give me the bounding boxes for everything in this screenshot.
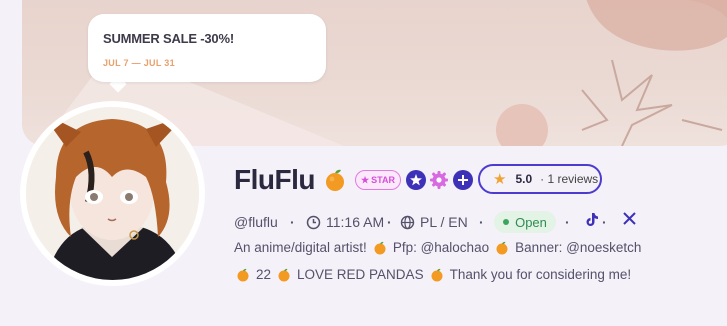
star-badge-icon: ★ xyxy=(361,174,370,185)
profile-name-row: FluFlu xyxy=(234,163,347,197)
local-time: 11:16 AM xyxy=(306,212,384,232)
profile-name: FluFlu xyxy=(234,164,315,195)
x-link[interactable] xyxy=(623,212,636,225)
rating-star-icon: ★ xyxy=(493,171,507,188)
languages-text: PL / EN xyxy=(420,214,468,230)
promo-title: SUMMER SALE -30%! xyxy=(103,31,234,46)
plus-icon[interactable] xyxy=(453,170,473,190)
bio-line-2: 22 LOVE RED PANDAS Thank you for conside… xyxy=(236,267,631,282)
star-glyph-icon xyxy=(410,174,422,186)
separator-dot: · xyxy=(290,214,295,230)
separator-dot: · xyxy=(479,214,484,230)
separator-dot: · xyxy=(565,214,570,230)
star-badge-label: STAR xyxy=(371,175,395,185)
promo-dates: JUL 7 — JUL 31 xyxy=(103,58,175,68)
gear-glyph-icon xyxy=(430,171,448,189)
rating-button[interactable]: ★ 5.0 · 1 reviews xyxy=(478,164,602,194)
orange-icon xyxy=(325,169,344,191)
status-text: Open xyxy=(515,214,547,230)
x-icon xyxy=(623,212,636,225)
bio-interest: LOVE RED PANDAS xyxy=(297,267,424,282)
orange-icon xyxy=(431,268,443,281)
bio-pfp-credit: Pfp: @halochao xyxy=(392,240,490,255)
bio-age: 22 xyxy=(256,267,272,282)
orange-icon xyxy=(374,241,386,254)
promo-bubble: SUMMER SALE -30%! JUL 7 — JUL 31 xyxy=(88,14,326,82)
bio-text: An anime/digital artist! xyxy=(234,240,367,255)
status-dot-icon xyxy=(503,219,510,225)
orange-icon xyxy=(496,241,508,254)
avatar-artwork xyxy=(26,107,199,280)
separator-dot: · xyxy=(602,214,607,230)
star-badge[interactable]: ★ STAR xyxy=(355,170,401,190)
avatar[interactable] xyxy=(26,107,199,280)
languages: PL / EN xyxy=(400,212,468,232)
separator-dot: · xyxy=(387,214,392,230)
rating-reviews: · 1 reviews xyxy=(540,172,599,186)
tiktok-link[interactable] xyxy=(585,212,599,227)
plus-glyph-icon xyxy=(458,175,468,185)
gear-icon[interactable] xyxy=(429,170,449,190)
bio-banner-credit: Banner: @noesketch xyxy=(515,240,642,255)
orange-icon xyxy=(278,268,290,281)
verified-star-icon[interactable] xyxy=(406,170,426,190)
local-time-text: 11:16 AM xyxy=(326,214,385,230)
bio-thanks: Thank you for considering me! xyxy=(449,267,632,282)
rating-value: 5.0 xyxy=(515,172,533,186)
globe-icon xyxy=(400,215,415,229)
tiktok-icon xyxy=(586,213,598,226)
profile-handle[interactable]: @fluflu xyxy=(234,212,278,232)
bio-line-1: An anime/digital artist! Pfp: @halochao … xyxy=(234,240,641,255)
status-badge: Open xyxy=(494,211,556,233)
orange-icon xyxy=(237,268,249,281)
clock-icon xyxy=(306,215,321,229)
